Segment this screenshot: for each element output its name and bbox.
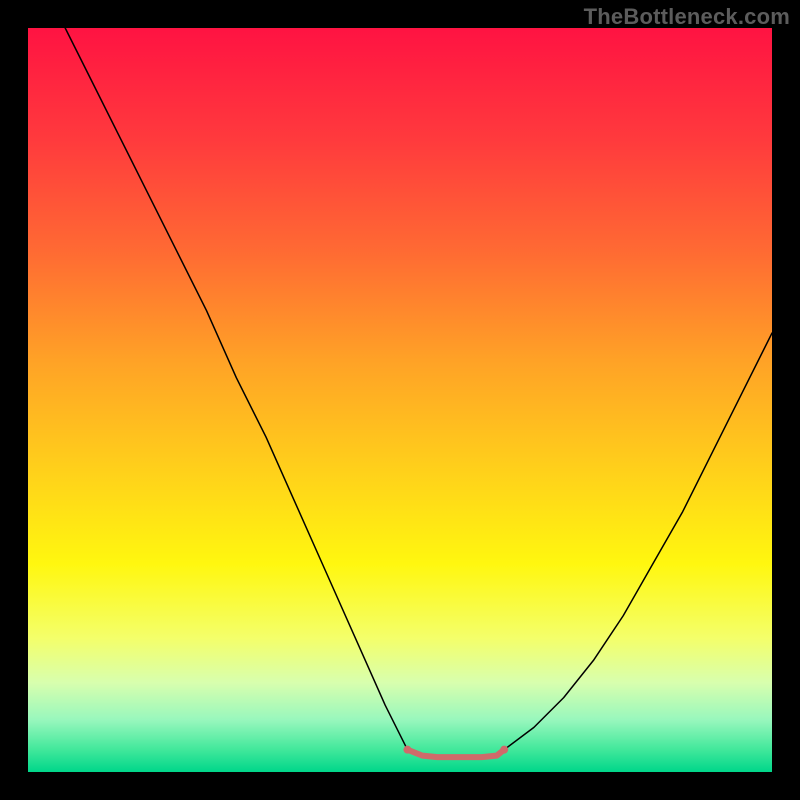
plot-area <box>28 28 772 772</box>
chart-svg <box>28 28 772 772</box>
endpoint-dot <box>403 746 411 754</box>
chart-frame: TheBottleneck.com <box>0 0 800 800</box>
watermark-text: TheBottleneck.com <box>584 4 790 30</box>
gradient-bg <box>28 28 772 772</box>
endpoint-dot <box>500 746 508 754</box>
